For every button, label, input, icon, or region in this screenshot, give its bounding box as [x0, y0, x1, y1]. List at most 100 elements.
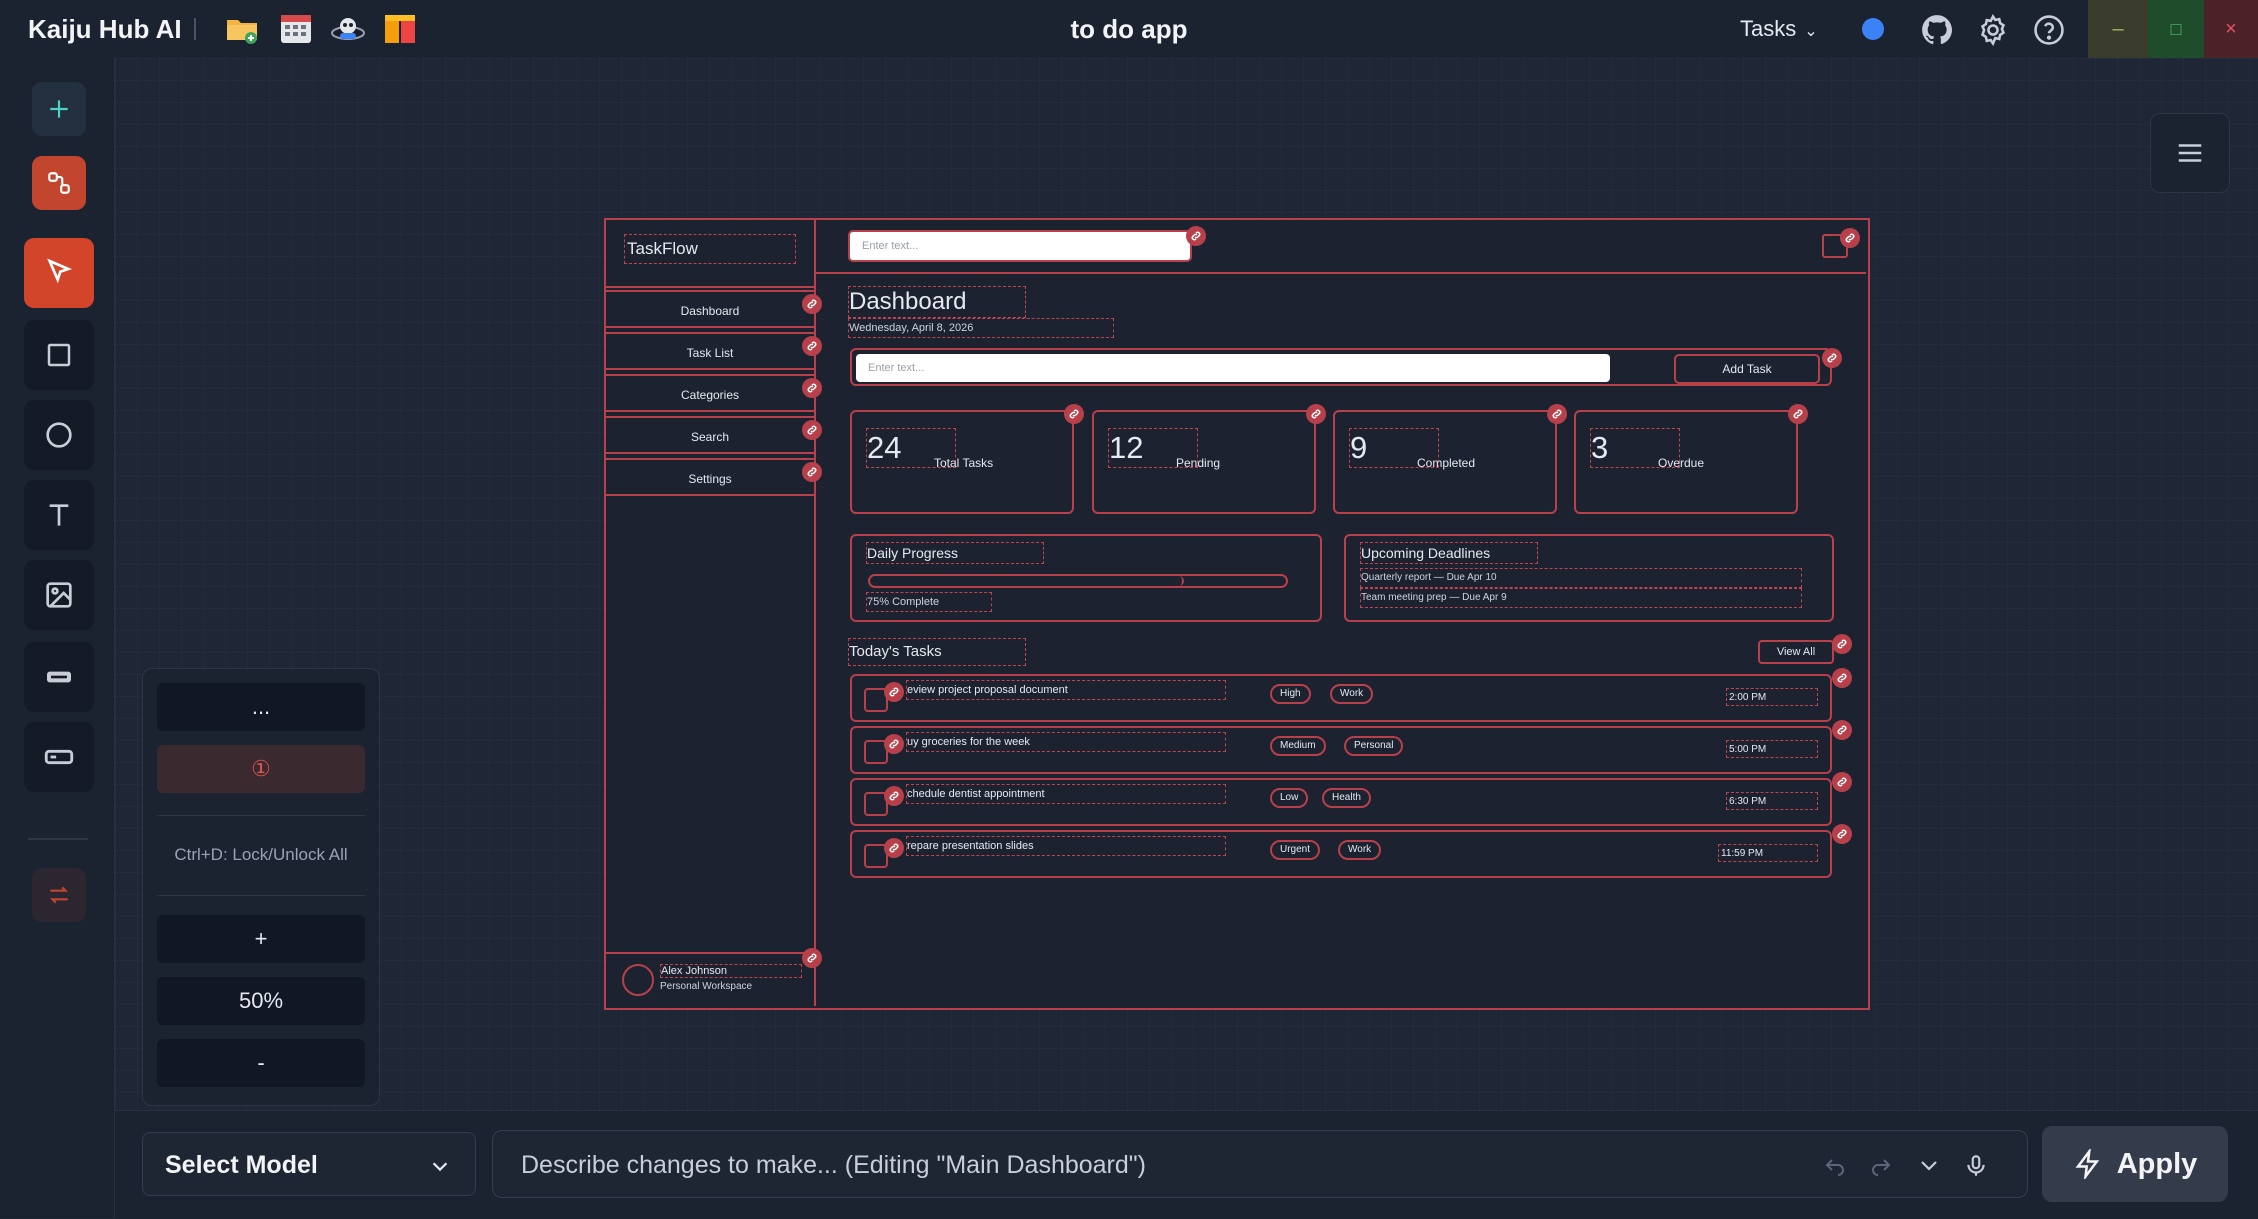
circle-tool-button[interactable] — [24, 400, 94, 470]
sidebar-footer-divider — [606, 952, 814, 954]
status-dot[interactable] — [1862, 18, 1884, 40]
image-tool-button[interactable] — [24, 560, 94, 630]
help-icon[interactable] — [2032, 13, 2066, 47]
link-icon[interactable] — [884, 734, 904, 754]
more-options-button[interactable]: ... — [157, 683, 365, 731]
user-name[interactable]: Alex Johnson — [660, 964, 802, 978]
chevron-down-icon[interactable] — [1917, 1153, 1941, 1177]
link-icon[interactable] — [1306, 404, 1326, 424]
link-icon[interactable] — [1832, 668, 1852, 688]
link-icon[interactable] — [884, 786, 904, 806]
gear-icon[interactable] — [1976, 13, 2010, 47]
upcoming-deadlines-card[interactable]: Upcoming Deadlines Quarterly report — Du… — [1344, 534, 1834, 622]
daily-progress-card[interactable]: Daily Progress 75% Complete — [850, 534, 1322, 622]
task-time: 6:30 PM — [1726, 792, 1818, 810]
select-tool-button[interactable] — [24, 238, 94, 308]
task-text: eview project proposal document — [906, 680, 1226, 700]
brand-logo[interactable]: TaskFlow — [624, 234, 796, 264]
progress-bar — [868, 574, 1288, 588]
deadline-item: Team meeting prep — Due Apr 9 — [1360, 588, 1802, 608]
title-bar: Kaiju Hub AI to do app Tasks ⌄ – □ × — [0, 0, 2258, 59]
minimize-button[interactable]: – — [2088, 0, 2148, 58]
close-button[interactable]: × — [2204, 0, 2258, 58]
link-icon[interactable] — [1788, 404, 1808, 424]
rectangle-tool-button[interactable] — [24, 320, 94, 390]
canvas-menu-button[interactable] — [2150, 113, 2230, 193]
main-dashboard-frame[interactable]: TaskFlow Dashboard Task List Categories … — [604, 218, 1870, 1010]
prompt-input[interactable]: Describe changes to make... (Editing "Ma… — [492, 1130, 2028, 1198]
connect-icon — [48, 172, 70, 194]
text-icon — [49, 504, 69, 526]
task-row[interactable]: chedule dentist appointment Low Health 6… — [850, 778, 1832, 826]
add-icon — [50, 100, 68, 118]
link-icon[interactable] — [1840, 228, 1860, 248]
category-badge: Personal — [1344, 736, 1404, 756]
top-search-input[interactable]: Enter text... — [848, 230, 1192, 262]
stat-card-total[interactable]: 24 Total Tasks — [850, 410, 1074, 514]
undo-icon[interactable] — [1823, 1153, 1847, 1177]
view-all-button[interactable]: View All — [1758, 640, 1834, 664]
tasks-dropdown-label: Tasks — [1740, 16, 1797, 41]
frame-sidebar[interactable]: TaskFlow Dashboard Task List Categories … — [606, 220, 822, 1006]
left-toolbar — [0, 58, 115, 1218]
stat-card-completed[interactable]: 9 Completed — [1333, 410, 1557, 514]
github-icon[interactable] — [1920, 13, 1954, 47]
text-tool-button[interactable] — [24, 480, 94, 550]
page-date[interactable]: Wednesday, April 8, 2026 — [848, 318, 1114, 338]
deadline-item: Quarterly report — Due Apr 10 — [1360, 568, 1802, 588]
todays-tasks-title[interactable]: Today's Tasks — [848, 638, 1026, 666]
link-icon[interactable] — [1186, 226, 1206, 246]
card-title: Daily Progress — [866, 542, 1044, 564]
maximize-button[interactable]: □ — [2148, 0, 2204, 58]
task-row[interactable]: uy groceries for the week Medium Persona… — [850, 726, 1832, 774]
tasks-dropdown[interactable]: Tasks ⌄ — [1740, 16, 1818, 42]
add-task-button[interactable]: Add Task — [1674, 354, 1820, 384]
avatar[interactable] — [622, 964, 654, 996]
chevron-down-icon: ⌄ — [1804, 23, 1818, 40]
nav-item-search[interactable]: Search — [606, 416, 814, 454]
input-icon — [44, 749, 74, 765]
link-icon[interactable] — [884, 838, 904, 858]
nav-item-settings[interactable]: Settings — [606, 458, 814, 496]
stat-card-overdue[interactable]: 3 Overdue — [1574, 410, 1798, 514]
stat-label: Total Tasks — [934, 456, 994, 470]
add-element-button[interactable] — [32, 82, 86, 136]
link-icon[interactable] — [1064, 404, 1084, 424]
hamburger-icon — [2178, 144, 2202, 162]
button-tool-button[interactable] — [24, 642, 94, 712]
swap-direction-button[interactable] — [32, 868, 86, 922]
link-icon[interactable] — [884, 682, 904, 702]
microphone-icon[interactable] — [1963, 1153, 1989, 1179]
model-select-label: Select Model — [165, 1151, 318, 1179]
stat-card-pending[interactable]: 12 Pending — [1092, 410, 1316, 514]
link-icon[interactable] — [1832, 772, 1852, 792]
link-icon[interactable] — [1832, 824, 1852, 844]
link-icon[interactable] — [1832, 720, 1852, 740]
apply-button[interactable]: Apply — [2042, 1126, 2228, 1202]
zoom-out-button[interactable]: - — [157, 1039, 365, 1087]
new-task-input[interactable]: Enter text... — [856, 354, 1610, 382]
input-tool-button[interactable] — [24, 722, 94, 792]
link-icon[interactable] — [1832, 634, 1852, 654]
rectangle-icon — [47, 343, 71, 367]
task-time: 5:00 PM — [1726, 740, 1818, 758]
stat-label: Overdue — [1658, 456, 1705, 470]
category-badge: Health — [1322, 788, 1371, 808]
panel-divider — [157, 895, 365, 896]
connect-tool-button[interactable] — [32, 156, 86, 210]
frame-main[interactable]: Enter text... Dashboard Wednesday, April… — [816, 220, 1866, 1006]
nav-item-categories[interactable]: Categories — [606, 374, 814, 412]
task-row[interactable]: eview project proposal document High Wor… — [850, 674, 1832, 722]
page-title[interactable]: Dashboard — [848, 286, 1026, 318]
redo-icon[interactable] — [1869, 1153, 1893, 1177]
nav-item-dashboard[interactable]: Dashboard — [606, 290, 814, 328]
task-time: 11:59 PM — [1718, 844, 1818, 862]
model-select[interactable]: Select Model — [142, 1132, 476, 1196]
warning-button[interactable]: ① — [157, 745, 365, 793]
link-icon[interactable] — [1822, 348, 1842, 368]
nav-item-task-list[interactable]: Task List — [606, 332, 814, 370]
zoom-in-button[interactable]: + — [157, 915, 365, 963]
task-row[interactable]: repare presentation slides Urgent Work 1… — [850, 830, 1832, 878]
link-icon[interactable] — [1547, 404, 1567, 424]
zoom-level: 50% — [157, 977, 365, 1025]
